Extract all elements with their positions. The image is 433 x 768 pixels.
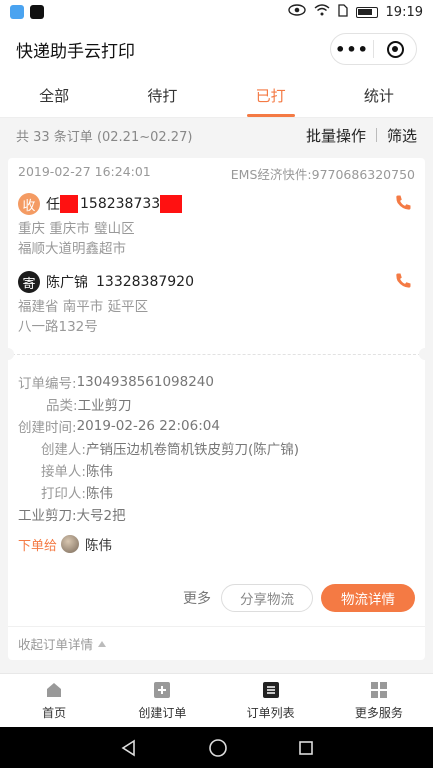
sender-address-line2: 八一路132号 — [18, 319, 98, 335]
sender-phone: 13328387920 — [96, 274, 194, 290]
tab-printed[interactable]: 已打 — [217, 74, 325, 117]
plus-square-icon — [154, 682, 171, 698]
wifi-icon — [314, 4, 330, 20]
detail-label: 品类: — [46, 398, 78, 414]
receiver-address-line2: 福顺大道明鑫超市 — [18, 241, 126, 257]
redaction-mark — [160, 195, 183, 213]
nav-label: 首页 — [42, 706, 67, 720]
detail-label: 创建人: — [40, 442, 86, 458]
detail-label: 接单人: — [40, 464, 86, 480]
order-card: 2019-02-27 16:24:01 EMS经济快件:977068632075… — [2, 158, 431, 660]
status-bar: 19:19 — [0, 0, 433, 24]
call-sender-icon[interactable] — [393, 271, 413, 291]
assign-row: 下单给 陈伟 — [18, 529, 415, 559]
tab-statistics[interactable]: 统计 — [325, 74, 433, 117]
detail-label: 订单编号: — [18, 376, 77, 392]
caret-up-icon — [98, 640, 107, 647]
receiver-badge: 收 — [18, 193, 40, 215]
receiver-name: 任 — [46, 197, 60, 213]
created-time: 2019-02-26 22:06:04 — [76, 418, 220, 434]
eye-icon — [287, 4, 306, 20]
collapse-label: 收起订单详情 — [18, 637, 94, 652]
order-actions: 更多 分享物流 物流详情 — [183, 584, 415, 612]
item-note: 工业剪刀:大号2把 — [18, 508, 126, 524]
receiver-phone: 158238733 — [80, 196, 161, 212]
order-tabs: 全部 待打 已打 统计 — [0, 74, 433, 118]
filter-button[interactable]: 筛选 — [387, 125, 417, 146]
sim-icon — [337, 3, 348, 21]
tiktok-notification-icon — [30, 5, 44, 19]
avatar — [61, 535, 80, 553]
home-icon — [47, 683, 62, 697]
more-button[interactable]: 更多 — [183, 588, 211, 608]
carrier-tracking: EMS经济快件:9770686320750 — [230, 167, 415, 182]
nav-label: 创建订单 — [138, 706, 187, 720]
detail-label: 创建时间: — [18, 420, 77, 436]
receiver-address-line1: 重庆 重庆市 璧山区 — [18, 221, 135, 237]
title-bar: 快递助手云打印 ••• — [0, 24, 433, 74]
category-value: 工业剪刀 — [77, 398, 132, 414]
collapse-details-toggle[interactable]: 收起订单详情 — [8, 626, 425, 660]
logistics-detail-button[interactable]: 物流详情 — [321, 584, 415, 612]
nav-create-order[interactable]: 创建订单 — [108, 674, 216, 727]
bottom-tab-bar: 首页 创建订单 订单列表 更多服务 — [0, 673, 433, 727]
printer-value: 陈伟 — [86, 486, 113, 502]
detail-label: 打印人: — [40, 486, 86, 502]
receiver-staff-value: 陈伟 — [86, 464, 113, 480]
miniprogram-capsule: ••• — [330, 33, 417, 65]
order-details: 订单编号: 1304938561098240 品类: 工业剪刀 创建时间: 2019-… — [8, 363, 425, 559]
close-miniprogram-button[interactable] — [374, 34, 416, 64]
share-logistics-button[interactable]: 分享物流 — [221, 584, 313, 612]
batch-operation-button[interactable]: 批量操作 — [306, 125, 366, 146]
battery-icon — [355, 6, 378, 18]
app-notification-icon — [10, 5, 24, 19]
nav-home[interactable]: 首页 — [0, 674, 108, 727]
clock: 19:19 — [385, 4, 423, 20]
receiver-block: 收 任 158238733 重庆 重庆市 璧山区 福顺大道明鑫超市 — [8, 189, 425, 259]
tab-all[interactable]: 全部 — [0, 74, 108, 117]
assign-label: 下单给 — [18, 538, 58, 554]
card-divider — [2, 345, 431, 363]
grid-icon — [370, 682, 387, 698]
nav-more-services[interactable]: 更多服务 — [325, 674, 433, 727]
summary-bar: 共 33 条订单 (02.21~02.27) 批量操作 筛选 — [0, 118, 433, 152]
call-receiver-icon[interactable] — [393, 193, 413, 213]
tab-to-print[interactable]: 待打 — [108, 74, 216, 117]
more-dots-icon: ••• — [335, 39, 369, 59]
nav-order-list[interactable]: 订单列表 — [217, 674, 325, 727]
system-nav-bar — [0, 727, 433, 768]
redaction-mark — [60, 195, 78, 213]
target-icon — [386, 40, 404, 58]
nav-label: 订单列表 — [246, 706, 295, 720]
assign-name: 陈伟 — [85, 538, 113, 554]
back-icon[interactable] — [120, 739, 138, 757]
order-datetime: 2019-02-27 16:24:01 — [18, 164, 151, 179]
recents-icon[interactable] — [298, 740, 314, 756]
sender-badge: 寄 — [18, 271, 40, 293]
creator-value: 产销压边机卷筒机铁皮剪刀(陈广锦) — [86, 442, 300, 458]
app-title: 快递助手云打印 — [16, 41, 135, 62]
nav-label: 更多服务 — [354, 706, 403, 720]
sender-block: 寄 陈广锦 13328387920 福建省 南平市 延平区 八一路132号 — [8, 267, 425, 337]
order-count: 共 33 条订单 (02.21~02.27) — [16, 129, 193, 145]
list-icon — [262, 682, 279, 698]
more-menu-button[interactable]: ••• — [331, 34, 373, 64]
sender-address-line1: 福建省 南平市 延平区 — [18, 299, 149, 315]
sender-name: 陈广锦 — [46, 275, 88, 291]
order-number: 1304938561098240 — [76, 374, 214, 390]
home-circle-icon[interactable] — [208, 738, 228, 758]
